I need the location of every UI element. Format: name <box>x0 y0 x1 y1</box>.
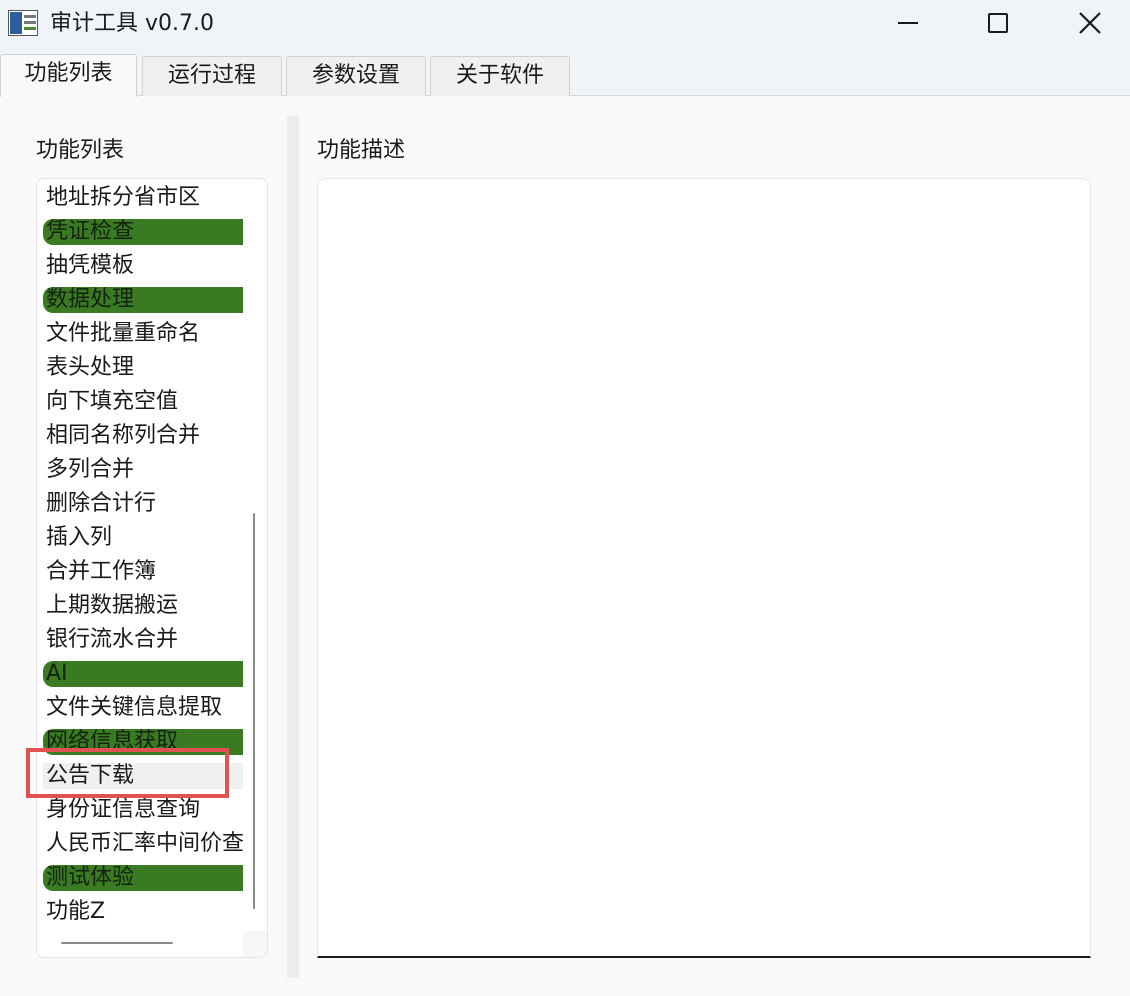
highlight-box <box>26 748 229 798</box>
function-list-label: 功能列表 <box>36 138 125 163</box>
list-item-previous-period-data[interactable]: 上期数据搬运 <box>43 593 243 619</box>
app-icon <box>8 10 38 36</box>
list-category-data-processing[interactable]: 数据处理 <box>43 287 243 313</box>
close-button[interactable] <box>1044 0 1130 46</box>
list-item-batch-rename[interactable]: 文件批量重命名 <box>43 321 243 347</box>
close-icon <box>1079 12 1101 34</box>
list-category-ai[interactable]: AI <box>43 661 243 687</box>
list-item-rmb-exchange-rate[interactable]: 人民币汇率中间价查询 <box>43 831 243 857</box>
list-item-merge-same-name-columns[interactable]: 相同名称列合并 <box>43 423 243 449</box>
list-item-merge-workbooks[interactable]: 合并工作簿 <box>43 559 243 585</box>
tab-about[interactable]: 关于软件 <box>430 56 570 96</box>
list-item-function-z[interactable]: 功能Z <box>43 899 243 925</box>
list-category-test[interactable]: 测试体验 <box>43 865 243 891</box>
list-item-bank-statement-merge[interactable]: 银行流水合并 <box>43 627 243 653</box>
minimize-button[interactable] <box>862 0 954 46</box>
minimize-icon <box>898 22 918 24</box>
tab-bar: 功能列表 运行过程 参数设置 关于软件 <box>0 52 1130 97</box>
list-item-file-key-info-extract[interactable]: 文件关键信息提取 <box>43 695 243 721</box>
list-item-merge-columns[interactable]: 多列合并 <box>43 457 243 483</box>
window-title: 审计工具 v0.7.0 <box>50 11 214 36</box>
tab-run-process[interactable]: 运行过程 <box>142 56 282 96</box>
maximize-icon <box>988 13 1008 33</box>
list-item-address-split[interactable]: 地址拆分省市区 <box>43 185 243 211</box>
list-item-fill-down[interactable]: 向下填充空值 <box>43 389 243 415</box>
list-item-insert-column[interactable]: 插入列 <box>43 525 243 551</box>
scroll-corner <box>243 931 267 957</box>
horizontal-scrollbar[interactable] <box>61 942 173 944</box>
vertical-scrollbar[interactable] <box>253 513 255 909</box>
function-description-label: 功能描述 <box>317 138 406 163</box>
tab-function-list[interactable]: 功能列表 <box>0 54 137 97</box>
list-item-delete-total-rows[interactable]: 删除合计行 <box>43 491 243 517</box>
function-listbox[interactable]: 地址拆分省市区 凭证检查 抽凭模板 数据处理 文件批量重命名 表头处理 向下填充… <box>36 178 268 958</box>
panel-splitter[interactable] <box>287 116 299 978</box>
list-item-header-processing[interactable]: 表头处理 <box>43 355 243 381</box>
list-item-id-card-query[interactable]: 身份证信息查询 <box>43 797 243 823</box>
maximize-button[interactable] <box>952 0 1044 46</box>
list-category-voucher-check[interactable]: 凭证检查 <box>43 219 243 245</box>
function-description-box[interactable] <box>317 178 1091 958</box>
title-bar: 审计工具 v0.7.0 <box>0 0 1130 52</box>
list-item-voucher-template[interactable]: 抽凭模板 <box>43 253 243 279</box>
tab-parameter-settings[interactable]: 参数设置 <box>286 56 426 96</box>
